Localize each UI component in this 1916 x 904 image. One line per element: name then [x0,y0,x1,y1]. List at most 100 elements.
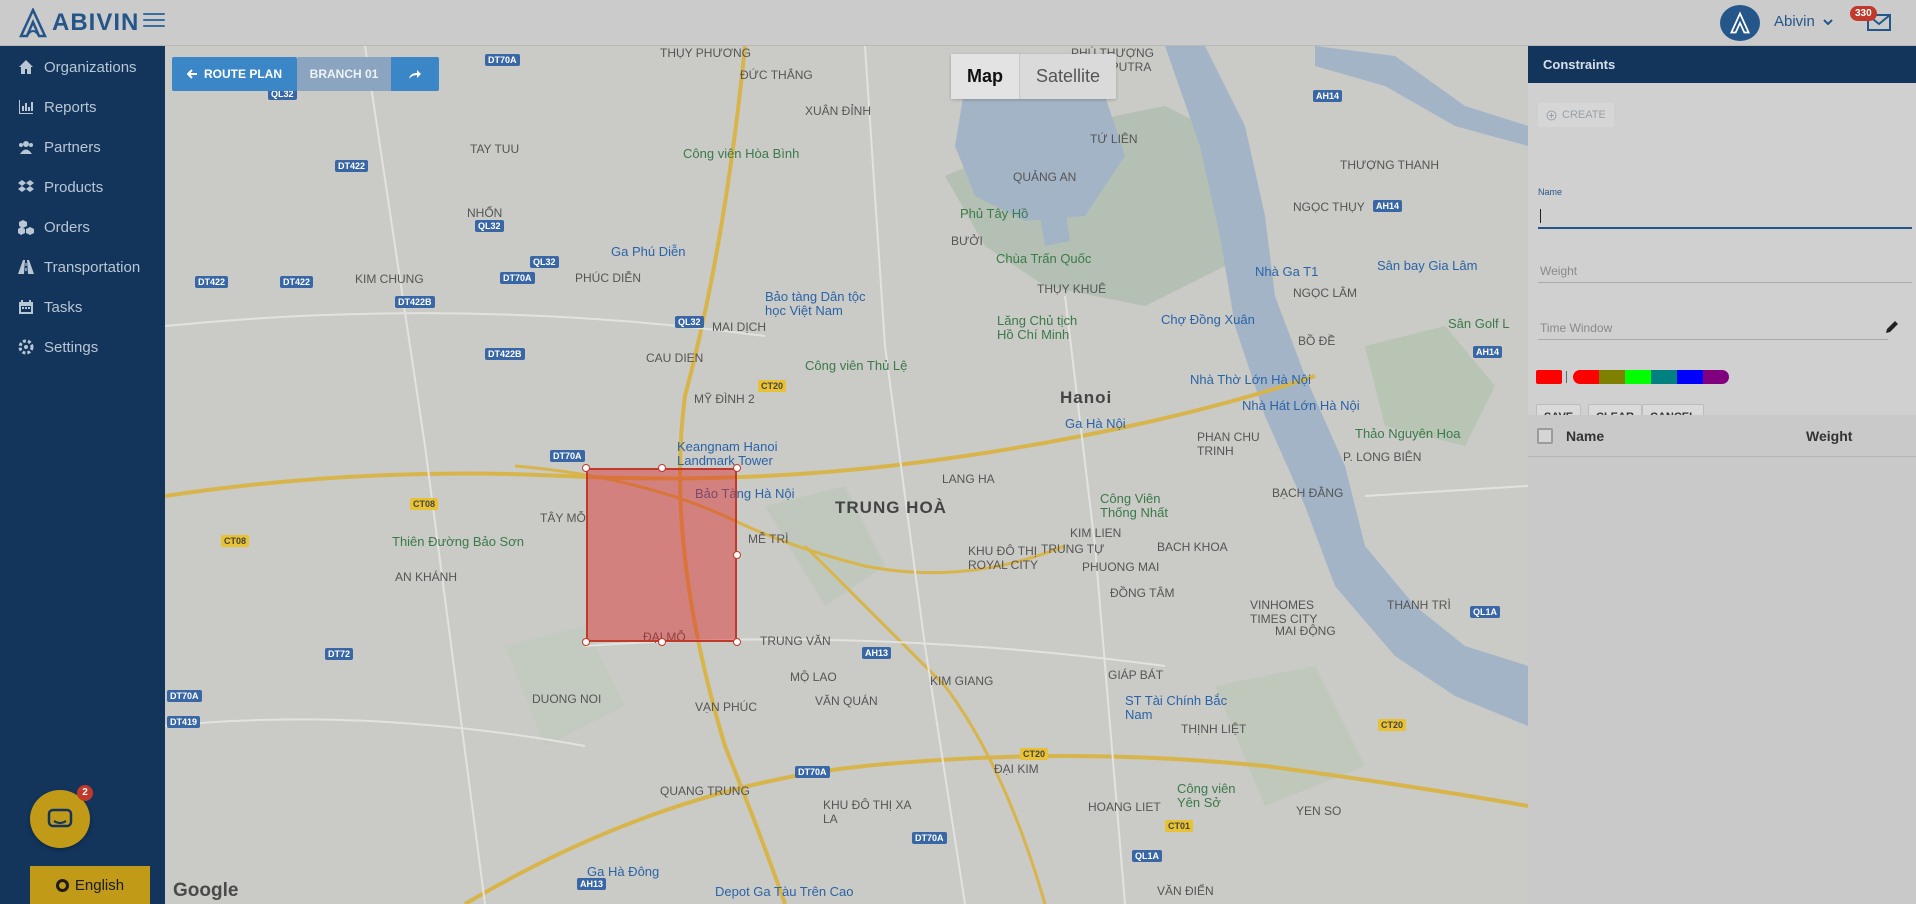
map-poi: Lăng Chủ tịch Hồ Chí Minh [997,313,1078,342]
map-poi: Công viên Thủ Lệ [805,358,908,373]
map-label: THƯỢNG THANH [1340,158,1439,172]
map-label: P. LONG BIÊN [1343,450,1422,464]
map-label: TỨ LIÊN [1090,132,1138,146]
map-poi: Ga Hà Nội [1065,416,1126,431]
menu-toggle-icon[interactable] [143,10,165,30]
map-label: KIM GIANG [930,674,994,688]
select-all-checkbox[interactable] [1537,428,1553,444]
map-label: PHAN CHU TRINH [1197,430,1260,458]
sidebar-item-label: Partners [44,138,101,156]
route-plan-button[interactable]: ROUTE PLAN [172,57,297,91]
language-label: English [74,876,125,894]
map-poi: Bảo tàng Dân tộc học Việt Nam [765,289,866,318]
map-poi: Chợ Đồng Xuân [1161,312,1255,327]
name-label: Name [1538,187,1563,197]
map-label: VINHOMES TIMES CITY [1250,598,1318,626]
road-shield: CT08 [410,498,439,510]
road-shield: AH14 [1473,346,1503,358]
road-shield: DT72 [325,648,354,660]
create-label: CREATE [1562,109,1606,121]
road-shield: AH14 [1313,90,1343,102]
user-menu[interactable]: Abivin [1774,13,1833,30]
sidebar-item-transportation[interactable]: Transportation [0,248,165,286]
chat-icon [47,808,73,828]
map-label: AN KHÁNH [395,570,458,584]
map-poi: Công viên Hòa Bình [683,146,800,161]
road-shield: DT70A [550,450,585,462]
sidebar-item-organizations[interactable]: Organizations [0,48,165,86]
logo-text: ABIVIN [52,9,140,36]
road-shield: QL1A [1132,850,1163,862]
color-option-teal[interactable] [1651,370,1677,384]
map-poi: Ga Hà Đông [587,864,660,879]
map-city-label: Hanoi [1060,388,1113,407]
map-label: VĂN QUÁN [815,694,878,708]
road-shield: CT01 [1165,820,1194,832]
column-header-name[interactable]: Name [1566,428,1604,444]
map-label: KIM CHUNG [355,272,424,286]
sidebar-item-orders[interactable]: Orders [0,208,165,246]
sidebar-item-label: Settings [44,338,99,356]
map-poi: Thảo Nguyên Hoa [1355,426,1461,441]
weight-field[interactable]: Weight [1538,259,1912,283]
road-icon [18,260,34,274]
time-window-field[interactable]: Time Window [1538,316,1888,340]
sidebar-item-settings[interactable]: Settings [0,328,165,366]
avatar[interactable] [1720,5,1760,41]
polygon-handle[interactable] [733,464,741,472]
map-label: BƯỞI [951,234,983,248]
user-logo-icon [1729,11,1751,34]
map-label: NGỌC LÂM [1293,286,1358,300]
constraints-panel: Constraints CREATE Name Weight Time Wind… [1528,46,1916,904]
constraint-polygon[interactable] [586,468,737,642]
sidebar-item-partners[interactable]: Partners [0,128,165,166]
text-cursor [1540,209,1541,223]
sidebar-item-tasks[interactable]: Tasks [0,288,165,326]
create-button[interactable]: CREATE [1538,103,1614,127]
polygon-handle[interactable] [582,464,590,472]
map-view[interactable]: THỤY PHƯƠNG PHÚ THƯỢNG PHU CIPUTRA ĐỨC T… [165,46,1528,904]
app-logo[interactable]: ABIVIN [18,6,139,40]
selected-color-swatch[interactable] [1536,370,1562,384]
sidebar-item-reports[interactable]: Reports [0,88,165,126]
pencil-icon[interactable] [1884,319,1900,335]
swatch-separator [1566,371,1567,383]
polygon-handle[interactable] [733,551,741,559]
sidebar-item-products[interactable]: Products [0,168,165,206]
share-button[interactable] [391,57,439,91]
map-poi: Chùa Trấn Quốc [996,251,1092,266]
language-selector[interactable]: English [30,866,150,904]
column-header-weight[interactable]: Weight [1806,428,1852,444]
map-label: MAI ĐỘNG [1275,624,1336,638]
polygon-handle[interactable] [733,638,741,646]
map-label: MỸ ĐÌNH 2 [694,392,755,406]
road-shield: AH13 [577,878,607,890]
map-label: QUẢNG AN [1013,170,1077,184]
color-option-purple[interactable] [1703,370,1729,384]
map-type-map-button[interactable]: Map [951,54,1019,99]
color-picker [1536,369,1729,385]
color-option-olive[interactable] [1599,370,1625,384]
plus-circle-icon [1546,110,1557,120]
color-option-blue[interactable] [1677,370,1703,384]
map-label: ĐỒNG TÂM [1110,586,1175,600]
dropbox-icon [18,180,34,192]
top-bar: ABIVIN Abivin 330 [0,0,1916,46]
polygon-handle[interactable] [582,638,590,646]
name-field[interactable] [1538,205,1912,229]
sidebar-item-label: Organizations [44,58,137,76]
map-label: HOANG LIET [1088,800,1161,814]
road-shield: AH13 [862,647,892,659]
map-label: THỤY KHUÊ [1037,282,1107,296]
map-label: MỘ LAO [790,670,837,684]
map-type-satellite-button[interactable]: Satellite [1019,54,1116,99]
color-option-lime[interactable] [1625,370,1651,384]
cubes-icon [18,220,34,235]
polygon-handle[interactable] [658,464,666,472]
polygon-handle[interactable] [658,638,666,646]
google-attribution: Google [173,880,239,901]
branch-button[interactable]: BRANCH 01 [297,57,391,91]
arrow-left-icon [187,69,197,79]
constraint-form: CREATE Name Weight Time Window SAVE CLEA… [1528,83,1916,430]
color-option-red[interactable] [1573,370,1599,384]
